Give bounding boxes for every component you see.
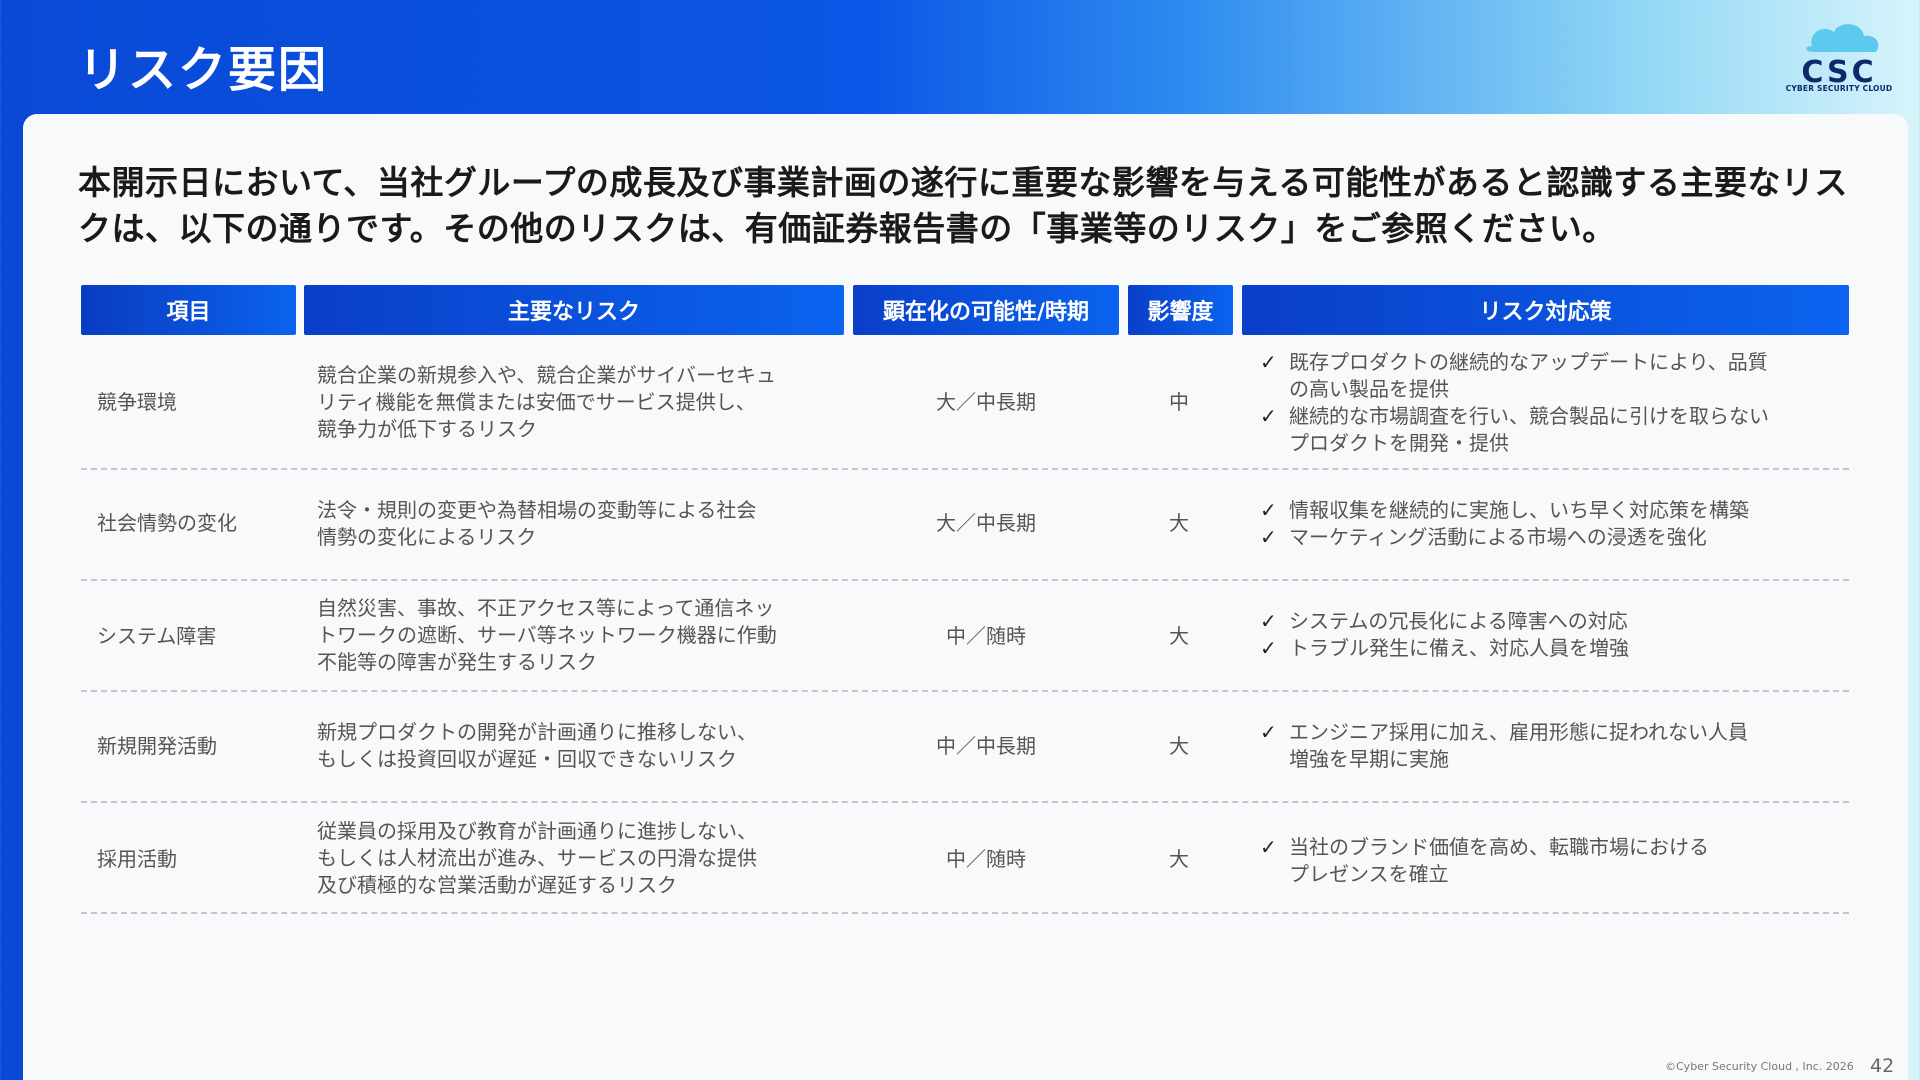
risk-line: 新規プロダクトの開発が計画通りに推移しない、 [317,720,757,744]
response-item: ✓ 継続的な市場調査を行い、競合製品に引けを取らない プロダクトを開発・提供 [1260,403,1850,457]
row-divider [81,690,1849,692]
risk-line: もしくは人材流出が進み、サービスの円滑な提供 [317,846,757,870]
check-icon: ✓ [1260,525,1277,549]
logo-mark: CSC [1801,55,1876,84]
page-number: 42 [1870,1055,1895,1077]
copyright-text: ©Cyber Security Cloud , Inc. 2026 [1665,1060,1854,1073]
row-possibility: 大／中長期 [936,511,1036,535]
check-icon: ✓ [1260,636,1277,660]
column-header-response: リスク対応策 [1242,285,1849,335]
row-divider [81,801,1849,803]
response-line: の高い製品を提供 [1289,377,1449,401]
response-item: ✓ エンジニア採用に加え、雇用形態に捉われない人員 増強を早期に実施 [1260,719,1850,773]
column-header-possibility: 顕在化の可能性/時期 [853,285,1119,335]
row-possibility: 大／中長期 [936,390,1036,414]
response-line: 当社のブランド価値を高め、転職市場における [1289,835,1709,859]
response-item: ✓ トラブル発生に備え、対応人員を増強 [1260,635,1850,662]
check-icon: ✓ [1260,404,1277,428]
risk-line: リティ機能を無償または安価でサービス提供し、 [317,390,756,414]
row-responses: ✓ 情報収集を継続的に実施し、いち早く対応策を構築 ✓ マーケティング活動による… [1260,497,1850,551]
risk-line: 従業員の採用及び教育が計画通りに進捗しない、 [317,819,757,843]
response-line: 増強を早期に実施 [1289,747,1449,771]
page-title: リスク要因 [78,42,329,98]
content-card [23,114,1908,1080]
logo-subtext: CYBER SECURITY CLOUD [1785,84,1893,93]
row-possibility: 中／中長期 [936,734,1036,758]
response-item: ✓ 当社のブランド価値を高め、転職市場における プレゼンスを確立 [1260,834,1850,888]
response-line: トラブル発生に備え、対応人員を増強 [1289,636,1629,660]
row-possibility: 中／随時 [946,624,1026,648]
check-icon: ✓ [1260,350,1277,374]
check-icon: ✓ [1260,720,1277,744]
risk-line: 及び積極的な営業活動が遅延するリスク [317,873,677,897]
company-logo: CSC CYBER SECURITY CLOUD [1784,18,1894,98]
row-divider [81,579,1849,581]
row-responses: ✓ システムの冗長化による障害への対応 ✓ トラブル発生に備え、対応人員を増強 [1260,608,1850,662]
response-line: プレゼンスを確立 [1289,862,1449,886]
column-header-impact: 影響度 [1128,285,1233,335]
response-item: ✓ 既存プロダクトの継続的なアップデートにより、品質 の高い製品を提供 [1260,349,1850,403]
column-header-risk: 主要なリスク [304,285,844,335]
response-item: ✓ 情報収集を継続的に実施し、いち早く対応策を構築 [1260,497,1850,524]
row-responses: ✓ 既存プロダクトの継続的なアップデートにより、品質 の高い製品を提供 ✓ 継続的… [1260,349,1850,457]
row-risk: 従業員の採用及び教育が計画通りに進捗しない、 もしくは人材流出が進み、サービスの… [317,818,857,899]
response-line: プロダクトを開発・提供 [1289,431,1509,455]
row-item: 新規開発活動 [97,734,217,758]
row-possibility: 中／随時 [946,847,1026,871]
row-impact: 大 [1169,734,1189,758]
column-header-item: 項目 [81,285,296,335]
check-icon: ✓ [1260,498,1277,522]
response-line: 継続的な市場調査を行い、競合製品に引けを取らない [1289,404,1769,428]
response-line: エンジニア採用に加え、雇用形態に捉われない人員 [1289,720,1748,744]
row-impact: 大 [1169,847,1189,871]
row-risk: 新規プロダクトの開発が計画通りに推移しない、 もしくは投資回収が遅延・回収できな… [317,719,857,773]
row-responses: ✓ エンジニア採用に加え、雇用形態に捉われない人員 増強を早期に実施 [1260,719,1850,773]
response-line: 既存プロダクトの継続的なアップデートにより、品質 [1289,350,1768,374]
response-line: システムの冗長化による障害への対応 [1289,609,1628,633]
risk-line: 競合企業の新規参入や、競合企業がサイバーセキュ [317,363,776,387]
check-icon: ✓ [1260,835,1277,859]
row-impact: 大 [1169,511,1189,535]
row-item: 採用活動 [97,847,177,871]
lead-text: 本開示日において、当社グループの成長及び事業計画の遂行に重要な影響を与える可能性… [78,163,1848,248]
row-divider [81,912,1849,914]
row-item: 社会情勢の変化 [97,511,237,535]
row-impact: 大 [1169,624,1189,648]
response-item: ✓ マーケティング活動による市場への浸透を強化 [1260,524,1850,551]
row-item: システム障害 [97,624,217,648]
response-line: マーケティング活動による市場への浸透を強化 [1289,525,1707,549]
row-risk: 自然災害、事故、不正アクセス等によって通信ネッ トワークの遮断、サーバ等ネットワ… [317,595,857,676]
risk-line: トワークの遮断、サーバ等ネットワーク機器に作動 [317,623,777,647]
check-icon: ✓ [1260,609,1277,633]
response-line: 情報収集を継続的に実施し、いち早く対応策を構築 [1289,498,1749,522]
risk-line: 自然災害、事故、不正アクセス等によって通信ネッ [317,596,775,620]
risk-line: 競争力が低下するリスク [317,417,537,441]
row-risk: 法令・規則の変更や為替相場の変動等による社会 情勢の変化によるリスク [317,497,857,551]
row-divider [81,468,1849,470]
risk-line: 法令・規則の変更や為替相場の変動等による社会 [317,498,757,522]
risk-line: もしくは投資回収が遅延・回収できないリスク [317,747,737,771]
row-risk: 競合企業の新規参入や、競合企業がサイバーセキュ リティ機能を無償または安価でサー… [317,362,857,443]
response-item: ✓ システムの冗長化による障害への対応 [1260,608,1850,635]
risk-line: 不能等の障害が発生するリスク [317,650,597,674]
row-item: 競争環境 [97,390,177,414]
row-impact: 中 [1169,390,1189,414]
risk-line: 情勢の変化によるリスク [317,525,537,549]
row-responses: ✓ 当社のブランド価値を高め、転職市場における プレゼンスを確立 [1260,834,1850,888]
